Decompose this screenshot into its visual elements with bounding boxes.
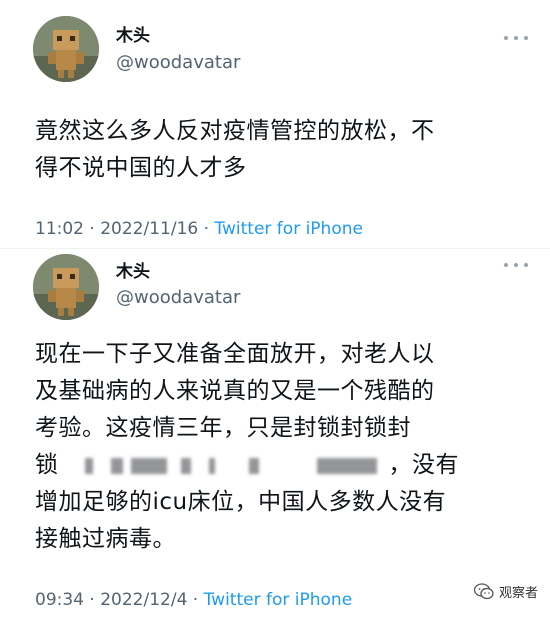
tweet-time[interactable]: 09:34 bbox=[35, 590, 84, 610]
author-handle[interactable]: @woodavatar bbox=[116, 52, 240, 74]
tweet-text-line: 现在一下子又准备全面放开，对老人以 bbox=[35, 341, 435, 367]
tweet-text-fragment: 锁 bbox=[35, 452, 59, 478]
author-handle[interactable]: @woodavatar bbox=[116, 287, 240, 309]
tweet-text-fragment: ，没有 bbox=[388, 452, 459, 478]
separator: · bbox=[84, 219, 101, 239]
screenshot-page: 木头 @woodavatar 竟然这么多人反对疫情管控的放松，不 得不说中国的人… bbox=[0, 0, 550, 619]
author-name[interactable]: 木头 bbox=[116, 26, 150, 46]
watermark-text: 观察者 bbox=[498, 586, 538, 601]
tweet-card[interactable]: 木头 @woodavatar 现在一下子又准备全面放开，对老人以 及基础病的人来… bbox=[0, 248, 550, 619]
more-options-icon[interactable] bbox=[504, 260, 528, 270]
tweet-text-line: 及基础病的人来说真的又是一个残酷的 bbox=[35, 378, 435, 404]
cardboard-robot-avatar-icon bbox=[33, 254, 99, 320]
tweet-meta: 09:34 · 2022/12/4 · Twitter for iPhone bbox=[35, 589, 352, 611]
avatar[interactable] bbox=[33, 16, 99, 82]
tweet-text-line: 增加足够的icu床位，中国人多数人没有 bbox=[35, 489, 447, 515]
tweet-text-line: 竟然这么多人反对疫情管控的放松，不 bbox=[35, 118, 435, 144]
tweet-date[interactable]: 2022/12/4 bbox=[100, 590, 187, 610]
tweet-source-link[interactable]: Twitter for iPhone bbox=[214, 219, 363, 239]
separator: · bbox=[84, 590, 101, 610]
separator: · bbox=[187, 590, 204, 610]
tweet-text-line-redacted: 锁 ，没有 bbox=[35, 447, 525, 484]
tweet-text-line: 考验。这疫情三年，只是封锁封锁封 bbox=[35, 415, 411, 441]
redacted-text bbox=[59, 454, 389, 478]
tweet-date[interactable]: 2022/11/16 bbox=[100, 219, 198, 239]
author-name[interactable]: 木头 bbox=[116, 262, 150, 282]
tweet-text: 竟然这么多人反对疫情管控的放松，不 得不说中国的人才多 bbox=[35, 113, 525, 187]
more-options-icon[interactable] bbox=[504, 33, 528, 43]
tweet-text: 现在一下子又准备全面放开，对老人以 及基础病的人来说真的又是一个残酷的 考验。这… bbox=[35, 336, 525, 558]
tweet-text-line: 接触过病毒。 bbox=[35, 526, 176, 552]
tweet-source-link[interactable]: Twitter for iPhone bbox=[204, 590, 353, 610]
avatar[interactable] bbox=[33, 254, 99, 320]
tweet-meta: 11:02 · 2022/11/16 · Twitter for iPhone bbox=[35, 218, 363, 240]
wechat-icon bbox=[473, 583, 494, 600]
tweet-text-line: 得不说中国的人才多 bbox=[35, 155, 247, 181]
separator: · bbox=[198, 219, 215, 239]
cardboard-robot-avatar-icon bbox=[33, 16, 99, 82]
tweet-card[interactable]: 木头 @woodavatar 竟然这么多人反对疫情管控的放松，不 得不说中国的人… bbox=[0, 0, 550, 248]
tweet-time[interactable]: 11:02 bbox=[35, 219, 84, 239]
watermark: 观察者 bbox=[473, 582, 538, 601]
